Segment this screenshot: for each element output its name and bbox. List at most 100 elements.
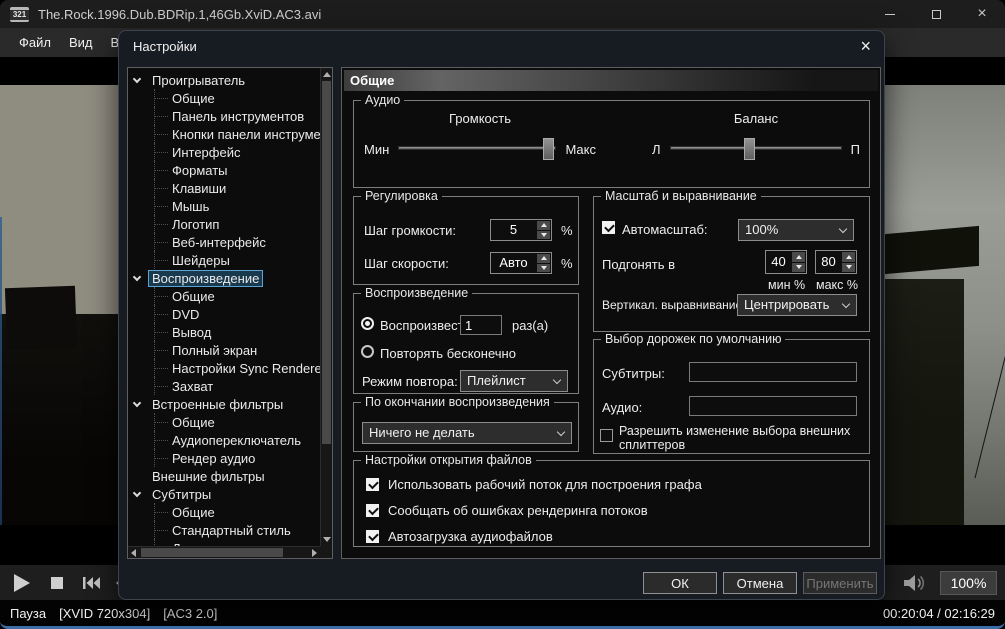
autoscale-select[interactable]: 100% xyxy=(738,219,854,241)
tree-item[interactable]: Общие xyxy=(128,287,320,305)
spin-up-button[interactable] xyxy=(792,252,805,262)
fit-max-unit: макс % xyxy=(816,278,858,292)
play-count-radio[interactable] xyxy=(361,317,374,330)
mute-button[interactable] xyxy=(900,572,928,594)
tree-item[interactable]: Логотип xyxy=(128,215,320,233)
vertical-scroll-thumb[interactable] xyxy=(322,81,331,444)
after-playback-group: По окончании воспроизведения Ничего не д… xyxy=(353,402,579,452)
volume-slider-track[interactable] xyxy=(398,146,556,150)
menu-item[interactable]: Файл xyxy=(10,35,60,50)
chevron-down-icon[interactable] xyxy=(133,399,141,407)
volume-step-value[interactable]: 5 xyxy=(491,220,536,240)
scroll-left-icon[interactable] xyxy=(131,549,136,557)
spin-down-button[interactable] xyxy=(537,264,550,273)
scroll-down-icon[interactable] xyxy=(323,537,331,542)
chevron-down-icon[interactable] xyxy=(133,273,141,281)
arrow-down-icon xyxy=(796,265,802,269)
spin-up-button[interactable] xyxy=(537,254,550,263)
after-playback-select[interactable]: Ничего не делать xyxy=(362,422,572,444)
play-button[interactable] xyxy=(6,568,36,598)
file-open-checkbox[interactable] xyxy=(366,530,379,543)
stop-button[interactable] xyxy=(42,568,72,598)
tree-item[interactable]: Захват xyxy=(128,377,320,395)
maximize-button[interactable] xyxy=(913,0,959,28)
tree-item[interactable]: Клавиши xyxy=(128,179,320,197)
tree-item[interactable]: Рендер аудио xyxy=(128,449,320,467)
audio-tracks-input[interactable] xyxy=(689,396,857,416)
tree-item[interactable]: Встроенные фильтры xyxy=(128,395,320,413)
repeat-mode-select[interactable]: Плейлист xyxy=(460,370,568,392)
tree-item[interactable]: Проигрыватель xyxy=(128,71,320,89)
cancel-button[interactable]: Отмена xyxy=(723,572,797,594)
tree-item[interactable]: Форматы xyxy=(128,161,320,179)
skip-start-button[interactable] xyxy=(76,568,106,598)
autoscale-checkbox[interactable] xyxy=(602,221,615,234)
tree-item[interactable]: Настройки Sync Renderer xyxy=(128,359,320,377)
tree-item[interactable]: Веб-интерфейс xyxy=(128,233,320,251)
tree-item[interactable]: Интерфейс xyxy=(128,143,320,161)
tree-item[interactable]: Мышь xyxy=(128,197,320,215)
tree-item-label: Клавиши xyxy=(172,181,226,196)
subtitles-input[interactable] xyxy=(689,362,857,382)
volume-slider-thumb[interactable] xyxy=(543,138,554,160)
volume-step-spinner[interactable]: 5 xyxy=(490,219,552,241)
spin-down-button[interactable] xyxy=(537,231,550,240)
fit-min-spinner[interactable]: 40 xyxy=(765,250,807,274)
volume-level-box[interactable]: 100% xyxy=(940,571,997,595)
fit-min-value[interactable]: 40 xyxy=(766,251,791,273)
menu-item[interactable]: Вид xyxy=(60,35,102,50)
repeat-forever-radio[interactable] xyxy=(361,345,374,358)
tree-item[interactable]: Панель инструментов xyxy=(128,107,320,125)
chevron-down-icon xyxy=(839,225,847,233)
chevron-down-icon[interactable] xyxy=(133,75,141,83)
fit-max-value[interactable]: 80 xyxy=(816,251,841,273)
dialog-close-button[interactable]: × xyxy=(860,37,871,55)
tree-item[interactable]: DVD xyxy=(128,305,320,323)
dialog-titlebar[interactable]: Настройки × xyxy=(119,31,884,61)
apply-button[interactable]: Применить xyxy=(803,572,877,594)
play-count-input[interactable] xyxy=(460,315,502,335)
tree-item[interactable]: Субтитры xyxy=(128,485,320,503)
file-open-option: Использовать рабочий поток для построени… xyxy=(366,477,702,492)
spin-up-button[interactable] xyxy=(537,221,550,230)
scroll-right-icon[interactable] xyxy=(312,549,317,557)
tree-horizontal-scrollbar[interactable] xyxy=(128,546,320,558)
scroll-up-icon[interactable] xyxy=(323,72,331,77)
allow-external-checkbox[interactable] xyxy=(600,429,613,442)
balance-slider-thumb[interactable] xyxy=(744,138,755,160)
tree-item[interactable]: Кнопки панели инструментов xyxy=(128,125,320,143)
tree-item[interactable]: Дополнительно xyxy=(128,539,320,546)
speed-step-unit: % xyxy=(561,256,573,271)
valign-select[interactable]: Центрировать xyxy=(737,294,857,316)
fit-max-spinner[interactable]: 80 xyxy=(815,250,857,274)
spin-down-button[interactable] xyxy=(792,263,805,273)
file-open-checkbox[interactable] xyxy=(366,478,379,491)
tree-vertical-scrollbar[interactable] xyxy=(320,68,332,546)
speed-step-spinner[interactable]: Авто xyxy=(490,252,552,274)
tree-item-label: Мышь xyxy=(172,199,209,214)
tree-item[interactable]: Шейдеры xyxy=(128,251,320,269)
tree-item[interactable]: Полный экран xyxy=(128,341,320,359)
file-open-checkbox[interactable] xyxy=(366,504,379,517)
spin-up-button[interactable] xyxy=(842,252,855,262)
tree-item[interactable]: Стандартный стиль xyxy=(128,521,320,539)
speed-step-value[interactable]: Авто xyxy=(491,253,536,273)
volume-slider[interactable] xyxy=(398,138,556,160)
tree-item[interactable]: Общие xyxy=(128,503,320,521)
tree-item[interactable]: Аудиопереключатель xyxy=(128,431,320,449)
close-button[interactable]: × xyxy=(959,0,1005,28)
file-open-option-label: Использовать рабочий поток для построени… xyxy=(388,477,702,492)
balance-slider[interactable] xyxy=(670,138,842,160)
arrow-up-icon xyxy=(846,255,852,259)
horizontal-scroll-thumb[interactable] xyxy=(141,548,283,557)
tree-item[interactable]: Общие xyxy=(128,89,320,107)
chevron-down-icon[interactable] xyxy=(133,489,141,497)
minimize-button[interactable] xyxy=(867,0,913,28)
tree-item-selected[interactable]: Воспроизведение xyxy=(128,269,320,287)
tree-item[interactable]: Общие xyxy=(128,413,320,431)
tree-item[interactable]: Вывод xyxy=(128,323,320,341)
spin-down-button[interactable] xyxy=(842,263,855,273)
tree-item[interactable]: Внешние фильтры xyxy=(128,467,320,485)
balance-slider-track[interactable] xyxy=(670,146,842,150)
ok-button[interactable]: ОК xyxy=(643,572,717,594)
